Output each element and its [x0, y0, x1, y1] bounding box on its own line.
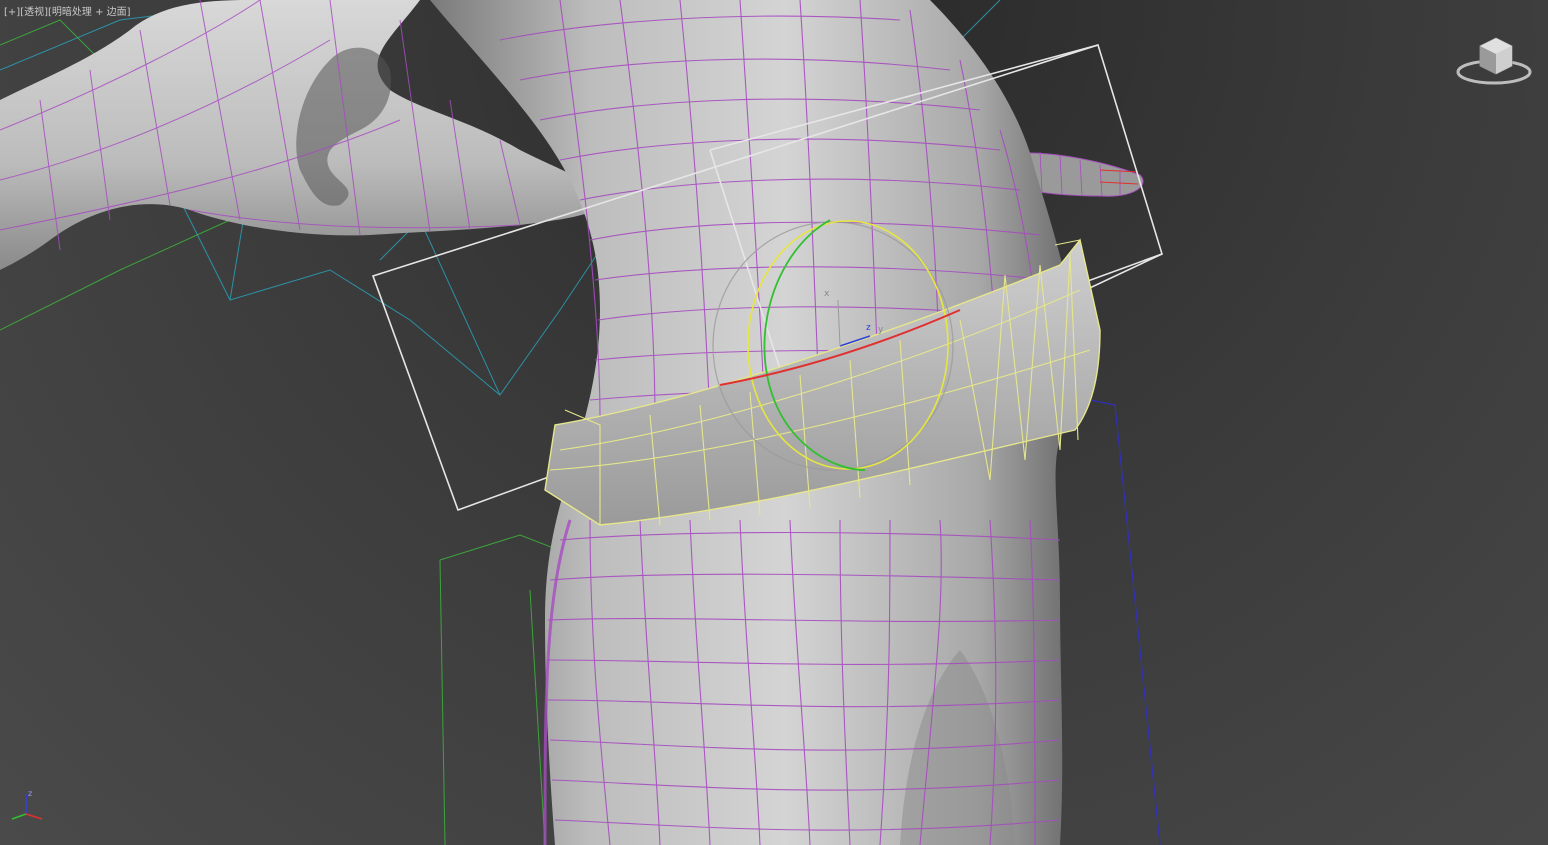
viewport-point-of-view-menu[interactable]: [透视] [20, 7, 48, 18]
gizmo-y-label: y [878, 325, 884, 335]
axis-z-label: z [28, 789, 32, 798]
viewport-plus-menu[interactable]: [+] [4, 7, 20, 18]
axis-tripod-icon: z [4, 786, 50, 822]
scene-view[interactable]: x z y [0, 0, 1548, 845]
viewport-shading-menu[interactable]: [明暗处理 + 边面] [48, 7, 131, 18]
gizmo-z-label: z [866, 323, 871, 333]
perspective-viewport[interactable]: x z y [+][透视][明暗处理 + 边面] z [0, 0, 1548, 845]
gizmo-x-label: x [824, 289, 830, 299]
viewport-label-menu: [+][透视][明暗处理 + 边面] [4, 3, 131, 18]
viewcube-icon[interactable] [1454, 32, 1534, 92]
